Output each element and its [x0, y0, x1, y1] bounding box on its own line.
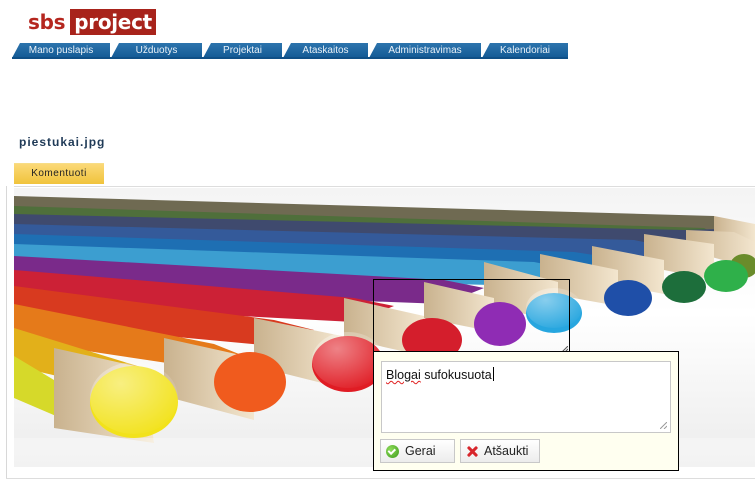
nav-tab-kalendoriai[interactable]: Kalendoriai — [482, 43, 568, 58]
divider — [14, 186, 755, 187]
note-popup: Blogai sufokusuota Gerai Atšaukti — [373, 351, 679, 471]
nav-tab-label: Kalendoriai — [499, 45, 551, 56]
nav-tab-mano-puslapis[interactable]: Mano puslapis — [12, 43, 110, 58]
text-caret — [492, 367, 494, 381]
nav-tab-uzduotys[interactable]: Užduotys — [111, 43, 202, 58]
comment-button[interactable]: Komentuoti — [14, 163, 104, 184]
nav-tab-label: Mano puslapis — [28, 45, 94, 56]
note-text-word: sufokusuota — [424, 368, 492, 382]
nav-underline — [12, 57, 568, 59]
divider — [6, 478, 755, 479]
focus-selection-box[interactable] — [373, 279, 570, 354]
close-icon — [466, 445, 479, 458]
note-textarea[interactable]: Blogai sufokusuota — [381, 361, 671, 433]
nav-tab-ataskaitos[interactable]: Ataskaitos — [283, 43, 368, 58]
logo-text-project: project — [70, 9, 156, 35]
nav-tab-label: Projektai — [223, 45, 262, 56]
nav-tab-label: Administravimas — [388, 45, 462, 56]
nav-tab-label: Užduotys — [135, 45, 178, 56]
logo[interactable]: sbs project — [28, 9, 156, 35]
ok-button-label: Gerai — [405, 444, 436, 458]
note-text-word: Blogai — [386, 368, 421, 382]
cancel-button-label: Atšaukti — [484, 444, 529, 458]
divider — [6, 186, 7, 478]
check-circle-icon — [386, 444, 399, 458]
ok-button[interactable]: Gerai — [380, 439, 455, 463]
cancel-button[interactable]: Atšaukti — [460, 439, 540, 463]
nav-tab-administravimas[interactable]: Administravimas — [369, 43, 481, 58]
page-title: piestukai.jpg — [19, 135, 106, 149]
main-nav: Mano puslapis Užduotys Projektai Ataskai… — [12, 43, 568, 58]
logo-text-sbs: sbs — [28, 10, 66, 34]
nav-tab-label: Ataskaitos — [302, 45, 349, 56]
resize-grip-icon[interactable] — [660, 422, 667, 429]
nav-tab-projektai[interactable]: Projektai — [203, 43, 282, 58]
